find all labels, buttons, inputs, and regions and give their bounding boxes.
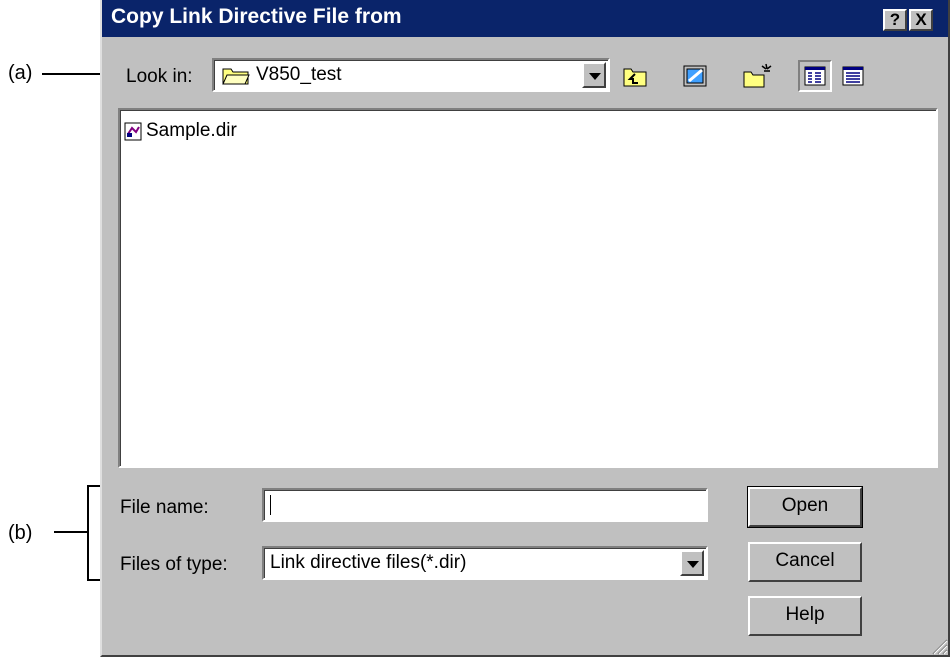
copy-file-dialog: Copy Link Directive File from ? X Look i… (100, 0, 950, 657)
cancel-button[interactable]: Cancel (748, 542, 862, 582)
new-folder-icon (743, 63, 772, 88)
annotation-b-label: (b) (8, 522, 33, 544)
close-button[interactable]: X (909, 9, 933, 31)
desktop-button[interactable] (678, 60, 712, 92)
look-in-value: V850_test (256, 64, 342, 85)
title-bar: Copy Link Directive File from ? X (102, 0, 948, 37)
details-view-icon (842, 66, 864, 86)
directive-file-icon (124, 122, 142, 141)
file-name-input[interactable] (262, 488, 708, 522)
text-cursor (270, 495, 271, 515)
help-button[interactable]: Help (748, 596, 862, 636)
file-name-label: File name: (120, 497, 209, 518)
list-view-icon (804, 66, 826, 86)
resize-grip-icon[interactable] (930, 637, 948, 655)
up-one-level-button[interactable] (618, 60, 652, 92)
files-of-type-combo[interactable]: Link directive files(*.dir) (262, 546, 708, 580)
details-view-button[interactable] (836, 60, 870, 92)
open-button-label: Open (781, 495, 829, 516)
list-view-button[interactable] (798, 60, 832, 92)
folder-icon (222, 68, 250, 85)
files-of-type-label: Files of type: (120, 554, 228, 575)
desktop-icon (683, 65, 707, 87)
look-in-label: Look in: (126, 66, 193, 87)
new-folder-button[interactable] (740, 60, 774, 92)
cancel-button-label: Cancel (775, 550, 835, 571)
up-one-level-icon (623, 68, 647, 87)
look-in-dropdown-arrow[interactable] (582, 62, 606, 88)
annotation-a-label: (a) (8, 62, 33, 84)
help-title-button[interactable]: ? (883, 9, 907, 31)
open-button[interactable]: Open (747, 486, 863, 528)
help-button-label: Help (785, 604, 825, 625)
file-list[interactable]: Sample.dir (118, 108, 938, 468)
files-of-type-dropdown-arrow[interactable] (680, 550, 704, 576)
dialog-title: Copy Link Directive File from (111, 5, 402, 28)
look-in-combo[interactable]: V850_test (212, 58, 610, 92)
file-name: Sample.dir (146, 120, 237, 141)
files-of-type-value: Link directive files(*.dir) (270, 552, 467, 573)
